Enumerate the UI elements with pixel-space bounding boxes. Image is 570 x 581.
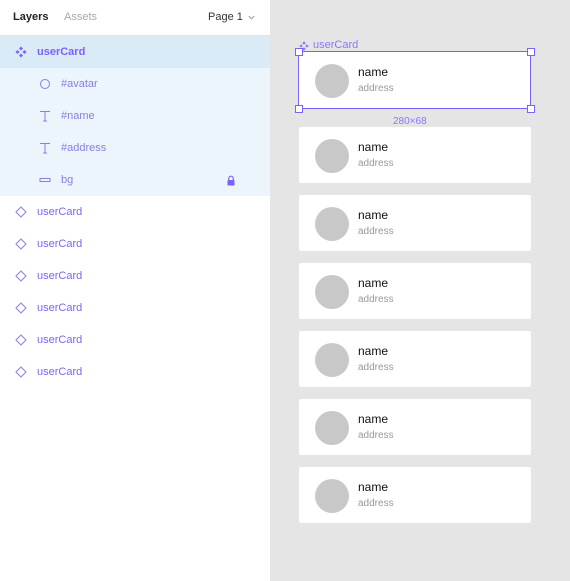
card-name: name (358, 208, 389, 222)
resize-handle-top-left[interactable] (295, 48, 303, 56)
user-card[interactable]: name address (299, 467, 531, 523)
panel-header: Layers Assets Page 1 (0, 0, 271, 36)
avatar (315, 411, 349, 445)
user-card[interactable]: name address (299, 195, 531, 251)
layer-row-address[interactable]: #address (0, 132, 270, 164)
instance-icon (15, 206, 27, 218)
layer-row-usercard-instance[interactable]: userCard (0, 292, 270, 324)
avatar (315, 139, 349, 173)
layer-row-usercard-instance[interactable]: userCard (0, 356, 270, 388)
text-icon (40, 111, 50, 122)
layer-label: #name (61, 110, 95, 122)
card-address: address (358, 430, 394, 441)
ellipse-icon (40, 79, 50, 89)
layer-label: userCard (37, 334, 83, 346)
instance-icon (15, 302, 27, 314)
card-address: address (358, 158, 394, 169)
layer-row-usercard-instance[interactable]: userCard (0, 260, 270, 292)
user-card[interactable]: name address (299, 331, 531, 387)
frame-label[interactable]: userCard (299, 39, 358, 52)
resize-handle-bottom-left[interactable] (295, 105, 303, 113)
instance-icon (15, 270, 27, 282)
instance-icon (15, 366, 27, 378)
avatar (315, 275, 349, 309)
card-name: name (358, 480, 389, 494)
layer-row-name[interactable]: #name (0, 100, 270, 132)
user-card[interactable]: name address (299, 127, 531, 183)
avatar (315, 343, 349, 377)
layer-label: userCard (37, 238, 83, 250)
chevron-down-icon (248, 15, 255, 20)
card-address: address (358, 226, 394, 237)
card-name: name (358, 276, 389, 290)
card-address: address (358, 294, 394, 305)
card-name: name (358, 65, 389, 79)
layer-label: #avatar (61, 78, 98, 90)
layers-panel: Layers Assets Page 1 userCard #avatar #n… (0, 0, 271, 581)
text-icon (40, 143, 50, 154)
user-card[interactable]: name address (299, 52, 531, 108)
layer-label: userCard (37, 46, 86, 58)
resize-handle-bottom-right[interactable] (527, 105, 535, 113)
layer-row-avatar[interactable]: #avatar (0, 68, 270, 100)
card-address: address (358, 83, 394, 94)
layer-row-usercard-instance[interactable]: userCard (0, 228, 270, 260)
tab-assets[interactable]: Assets (64, 10, 97, 24)
page-selector[interactable]: Page 1 (208, 10, 256, 24)
avatar (315, 207, 349, 241)
layer-label: userCard (37, 270, 83, 282)
canvas[interactable]: userCard name address name address name … (271, 0, 570, 581)
card-address: address (358, 498, 394, 509)
layer-row-usercard-instance[interactable]: userCard (0, 196, 270, 228)
lock-icon[interactable] (226, 175, 236, 186)
card-address: address (358, 362, 394, 373)
layer-label: userCard (37, 206, 83, 218)
resize-handle-top-right[interactable] (527, 48, 535, 56)
rectangle-icon (39, 178, 51, 182)
instance-icon (15, 238, 27, 250)
layer-row-usercard-instance[interactable]: userCard (0, 324, 270, 356)
instance-icon (15, 334, 27, 346)
card-name: name (358, 344, 389, 358)
avatar (315, 64, 349, 98)
layer-label: bg (61, 174, 74, 186)
user-card[interactable]: name address (299, 263, 531, 319)
tab-layers[interactable]: Layers (13, 10, 48, 24)
layer-row-usercard-main[interactable]: userCard (0, 36, 270, 68)
layer-row-bg[interactable]: bg (0, 164, 270, 196)
size-label: 280×68 (393, 116, 427, 127)
layer-label: userCard (37, 302, 83, 314)
layer-label: #address (61, 142, 107, 154)
card-name: name (358, 140, 389, 154)
frame-label-text: userCard (313, 39, 359, 51)
user-card[interactable]: name address (299, 399, 531, 455)
layer-label: userCard (37, 366, 83, 378)
avatar (315, 479, 349, 513)
component-icon (15, 46, 27, 58)
page-selector-label: Page 1 (208, 11, 243, 23)
card-name: name (358, 412, 389, 426)
